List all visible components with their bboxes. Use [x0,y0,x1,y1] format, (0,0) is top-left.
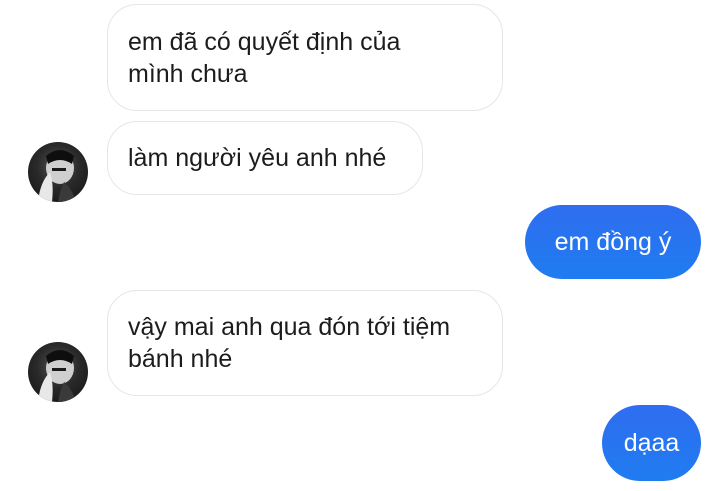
profile-photo-icon [38,150,76,202]
message-text: làm người yêu anh nhé [128,144,387,172]
contact-avatar[interactable] [28,342,88,402]
incoming-message-bubble[interactable]: em đã có quyết định của mình chưa [107,4,503,111]
message-text: em đồng ý [554,228,672,256]
outgoing-message-bubble[interactable]: dạaa [602,405,701,481]
contact-avatar[interactable] [28,142,88,202]
profile-photo-icon [38,350,76,402]
message-text: vậy mai anh qua đón tới tiệm bánh nhé [128,313,451,373]
outgoing-message-bubble[interactable]: em đồng ý [525,205,701,279]
message-text: em đã có quyết định của mình chưa [128,27,401,88]
message-text: dạaa [623,429,680,457]
incoming-message-bubble[interactable]: làm người yêu anh nhé [107,121,423,195]
incoming-message-bubble[interactable]: vậy mai anh qua đón tới tiệm bánh nhé [107,290,503,396]
